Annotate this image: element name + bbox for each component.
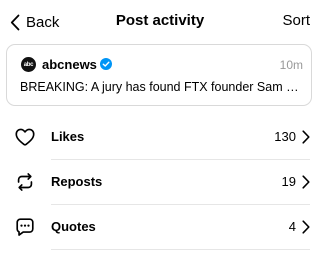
quotes-row[interactable]: Quotes 4 [0,205,320,249]
top-bar: Back Post activity Sort [0,0,320,44]
reposts-label: Reposts [51,174,103,189]
post-username: abcnews [42,57,97,72]
repost-icon [17,173,33,191]
post-preview-card[interactable]: abc abcnews 10m BREAKING: A jury has fou… [6,44,312,106]
quotes-count: 4 [288,219,296,234]
quotes-label: Quotes [51,219,96,234]
post-text-snippet: BREAKING: A jury has found FTX founder S… [20,80,306,94]
likes-count: 130 [274,129,296,144]
chevron-left-icon [10,14,20,30]
avatar: abc [21,57,36,72]
avatar-logo-text: abc [23,61,34,68]
verified-badge-icon [100,58,112,70]
back-label: Back [26,13,60,31]
reposts-row[interactable]: Reposts 19 [0,160,320,204]
sort-button[interactable]: Sort [282,12,310,29]
post-timestamp: 10m [279,58,303,72]
reposts-count: 19 [281,174,296,189]
chevron-right-icon [302,130,310,144]
heart-icon [15,128,35,146]
row-divider [51,249,310,250]
quote-icon [16,218,34,236]
likes-label: Likes [51,129,85,144]
likes-row[interactable]: Likes 130 [0,115,320,159]
chevron-right-icon [302,175,310,189]
chevron-right-icon [302,220,310,234]
back-button[interactable]: Back [10,10,59,34]
